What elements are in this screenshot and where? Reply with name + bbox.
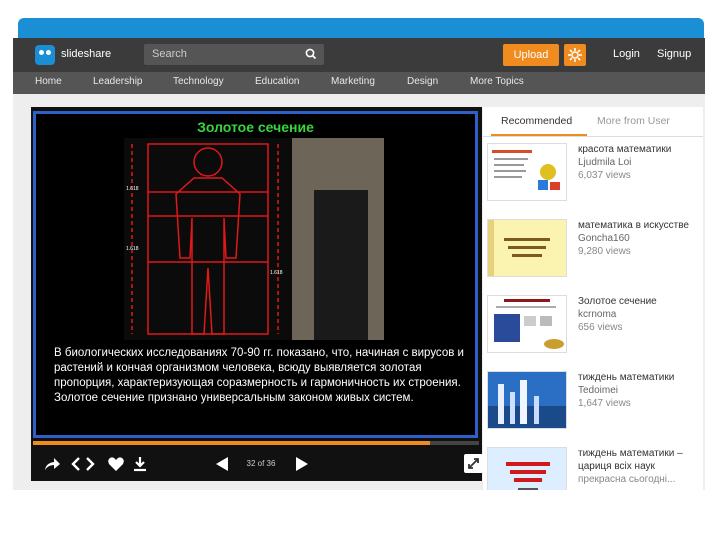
top-bar: slideshare Search Upload Login Signup (13, 38, 705, 72)
arch-doorway (314, 190, 368, 340)
figure-label-1: 1.618 (126, 186, 139, 192)
nav-technology[interactable]: Technology (173, 76, 224, 87)
nav-home[interactable]: Home (35, 76, 62, 87)
recommended-views: 1,647 views (578, 398, 631, 409)
recommended-thumbnail[interactable] (487, 143, 567, 201)
recommended-thumbnail[interactable] (487, 295, 567, 353)
brand-name[interactable]: slideshare (61, 48, 111, 60)
thumbnail-math-queen-icon (488, 448, 566, 490)
recommended-item[interactable]: красота математики Ljudmila Loi 6,037 vi… (487, 143, 703, 205)
recommended-thumbnail[interactable] (487, 447, 567, 490)
login-link[interactable]: Login (613, 48, 640, 60)
recommended-title[interactable]: тиждень математики – цариця всіх наук (578, 447, 700, 473)
top-band (18, 18, 704, 38)
embed-icon[interactable] (71, 456, 95, 472)
tab-more-from-user[interactable]: More from User (597, 115, 670, 127)
recommended-thumbnail[interactable] (487, 219, 567, 277)
figure-label-3: 1.618 (270, 270, 283, 276)
recommended-subtitle: прекрасна сьогодні... (578, 474, 676, 485)
recommendation-sidebar: Recommended More from User красота матем… (483, 107, 703, 490)
category-nav: Home Leadership Technology Education Mar… (13, 72, 705, 94)
recommended-title[interactable]: красота математики (578, 143, 700, 156)
slide-figure: 1.618 1.618 1.618 (124, 138, 384, 340)
thumbnail-math-week-icon (488, 372, 566, 428)
slide-page-indicator: 32 of 36 (246, 459, 276, 468)
next-slide-icon[interactable] (295, 456, 309, 472)
search-icon[interactable] (304, 47, 318, 61)
player-controls: 32 of 36 (31, 445, 483, 481)
sidebar-tabs: Recommended More from User (483, 107, 703, 137)
recommended-views: 6,037 views (578, 170, 631, 181)
nav-leadership[interactable]: Leadership (93, 76, 142, 87)
thumbnail-math-art-icon (488, 220, 550, 276)
nav-marketing[interactable]: Marketing (331, 76, 375, 87)
fullscreen-button[interactable] (464, 454, 483, 473)
search-placeholder: Search (152, 48, 187, 60)
nav-design[interactable]: Design (407, 76, 438, 87)
recommended-item[interactable]: тиждень математики Tedoimei 1,647 views (487, 371, 703, 433)
gear-icon (568, 48, 582, 62)
page: slideshare Search Upload Login Signup Ho… (0, 0, 720, 540)
recommended-item[interactable]: Золотое сечение kcrnoma 656 views (487, 295, 703, 357)
thumbnail-math-beauty-icon (492, 150, 560, 190)
recommended-views: 9,280 views (578, 246, 631, 257)
signup-link[interactable]: Signup (657, 48, 691, 60)
slide-body-text: В биологических исследованиях 70-90 гг. … (54, 347, 464, 404)
slide-view[interactable]: Золотое сечение 1.618 1.618 1.618 В биол… (33, 111, 478, 438)
download-icon[interactable] (131, 456, 149, 472)
figure-label-2: 1.618 (126, 246, 139, 252)
recommended-title[interactable]: тиждень математики (578, 371, 700, 384)
previous-slide-icon[interactable] (215, 456, 229, 472)
nav-more-topics[interactable]: More Topics (470, 76, 524, 87)
upload-button[interactable]: Upload (503, 44, 559, 66)
browser-frame: slideshare Search Upload Login Signup Ho… (13, 38, 705, 490)
search-input[interactable]: Search (144, 44, 324, 65)
settings-button[interactable] (564, 44, 586, 66)
expand-icon (468, 458, 479, 469)
share-icon[interactable] (43, 456, 61, 472)
slide-title: Золотое сечение (197, 119, 314, 135)
golden-ratio-figure-icon: 1.618 1.618 1.618 (126, 143, 283, 335)
recommended-title[interactable]: Золотое сечение (578, 295, 700, 308)
architecture-photo (292, 138, 384, 340)
nav-education[interactable]: Education (255, 76, 299, 87)
tab-recommended[interactable]: Recommended (501, 115, 572, 127)
heart-icon[interactable] (107, 456, 125, 472)
recommended-author[interactable]: kcrnoma (578, 309, 616, 320)
recommended-thumbnail[interactable] (487, 371, 567, 429)
slide-player: Золотое сечение 1.618 1.618 1.618 В биол… (31, 107, 483, 481)
tab-divider (483, 136, 703, 137)
recommended-title[interactable]: математика в искусстве (578, 219, 700, 232)
recommended-item[interactable]: тиждень математики – цариця всіх наук пр… (487, 447, 703, 490)
recommended-views: 656 views (578, 322, 623, 333)
recommended-author[interactable]: Goncha160 (578, 233, 630, 244)
recommended-item[interactable]: математика в искусстве Goncha160 9,280 v… (487, 219, 703, 281)
slideshare-logo-icon[interactable] (35, 45, 55, 65)
recommended-author[interactable]: Ljudmila Loi (578, 157, 631, 168)
recommended-author[interactable]: Tedoimei (578, 385, 618, 396)
thumbnail-golden-section-icon (494, 299, 564, 349)
